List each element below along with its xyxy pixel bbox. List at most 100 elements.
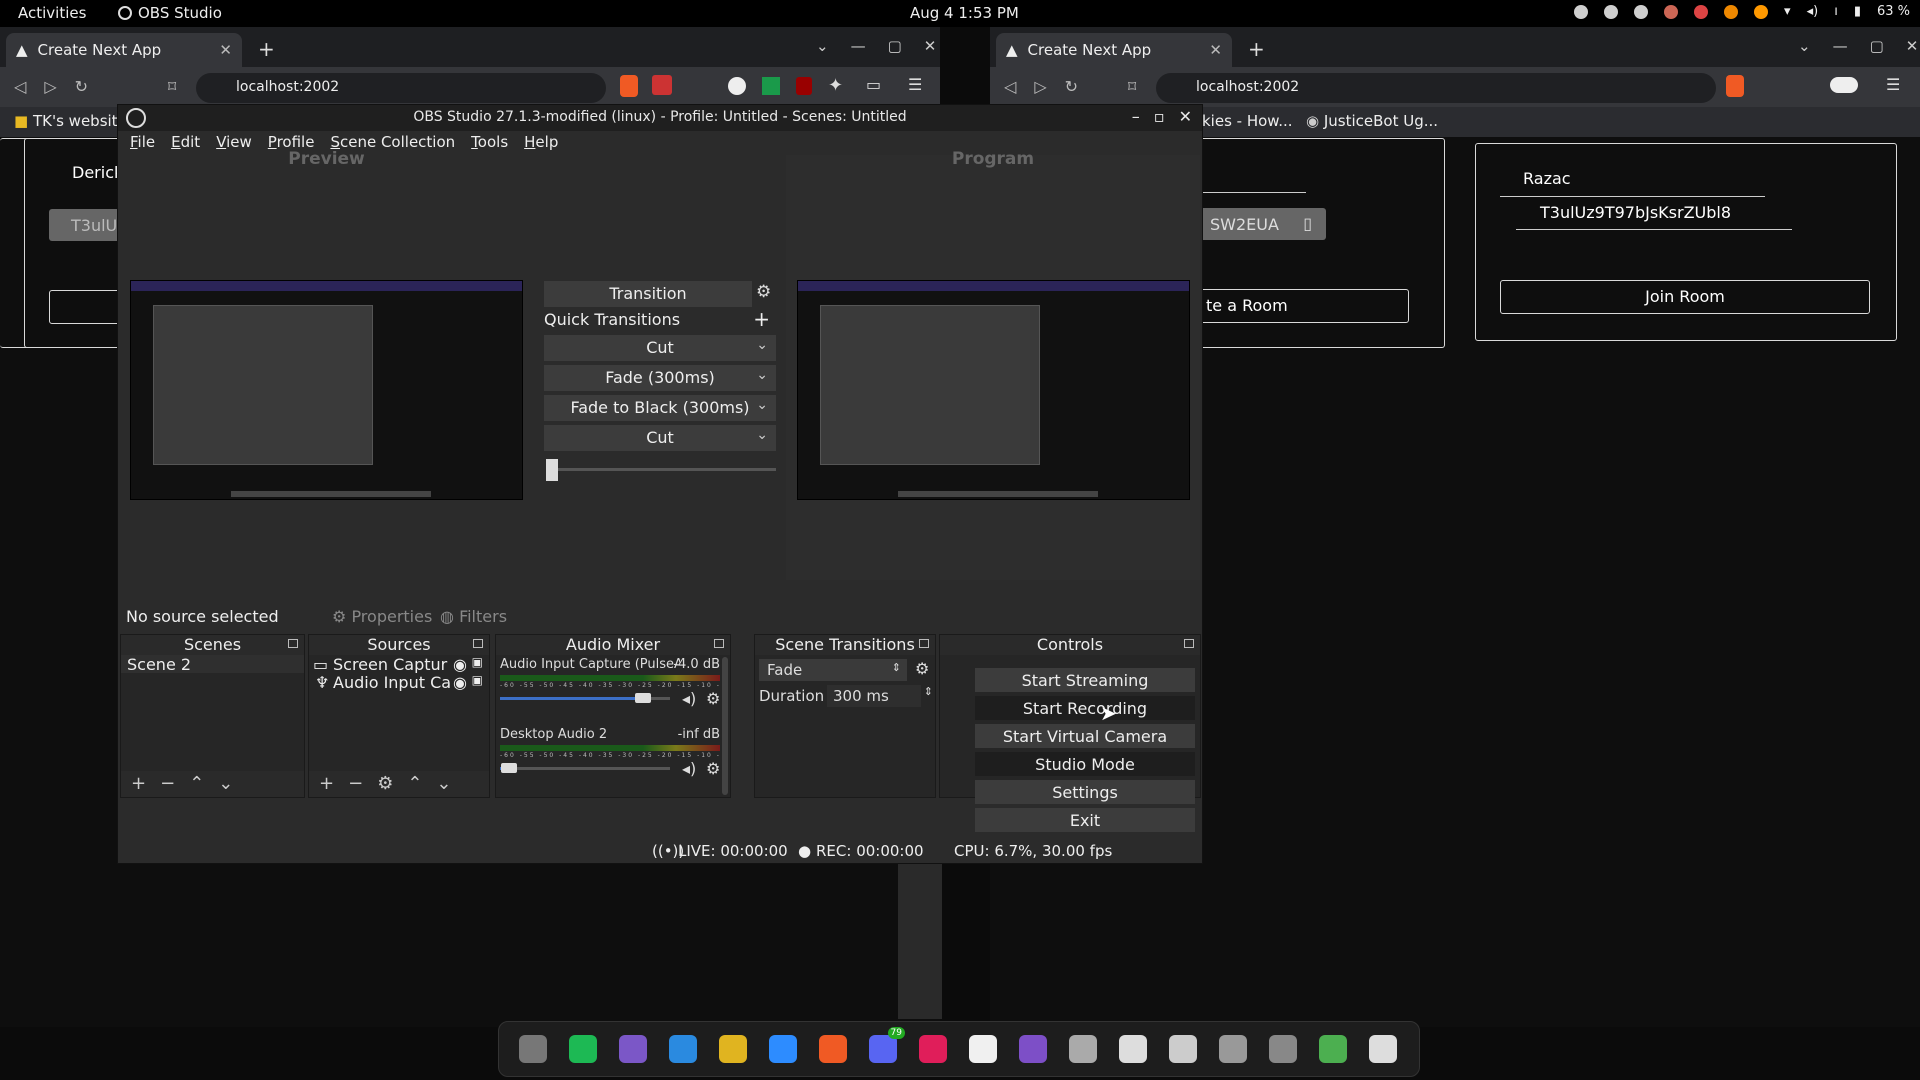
room-code-field[interactable]: SW2EUA ▯ xyxy=(1198,208,1326,240)
channel-gear-icon[interactable]: ⚙ xyxy=(706,759,720,778)
volume-slider-knob[interactable] xyxy=(634,693,651,703)
extension-green-icon[interactable] xyxy=(762,77,780,95)
gimp-icon[interactable] xyxy=(1169,1035,1197,1063)
move-up-icon[interactable]: ⌃ xyxy=(189,773,204,795)
program-display[interactable] xyxy=(797,280,1190,500)
bookmark-item[interactable]: kies - How... xyxy=(1202,112,1293,130)
back-icon[interactable]: ◁ xyxy=(1004,77,1016,96)
discord-icon[interactable]: 79 xyxy=(869,1027,905,1063)
reload-icon[interactable]: ↻ xyxy=(75,77,88,96)
new-tab-icon[interactable]: + xyxy=(258,37,275,61)
filters-button[interactable]: ◍ Filters xyxy=(440,607,507,626)
chrome-icon[interactable] xyxy=(719,1035,747,1063)
undock-icon[interactable] xyxy=(288,639,298,648)
undock-icon[interactable] xyxy=(919,639,929,648)
clock[interactable]: Aug 4 1:53 PM xyxy=(910,4,1019,22)
exit-button[interactable]: Exit xyxy=(975,808,1195,832)
quick-transition-button[interactable]: Cut ⌄ xyxy=(544,425,776,451)
lock-icon[interactable]: ▣ xyxy=(472,655,483,669)
new-tab-icon[interactable]: + xyxy=(1248,37,1265,61)
undock-icon[interactable] xyxy=(714,639,724,648)
bookmark-item[interactable]: ◉ JusticeBot Ug... xyxy=(1306,112,1438,130)
transition-tbar[interactable] xyxy=(546,459,776,481)
mixer-scrollbar[interactable] xyxy=(722,657,728,795)
maximize-icon[interactable]: ▢ xyxy=(1870,37,1884,55)
tor-icon[interactable] xyxy=(1019,1035,1047,1063)
close-tab-icon[interactable]: ✕ xyxy=(219,41,232,59)
back-icon[interactable]: ◁ xyxy=(14,77,26,96)
maximize-icon[interactable]: ▫ xyxy=(1154,107,1165,126)
battery-icon[interactable]: ▮ xyxy=(1854,4,1861,19)
source-item[interactable]: ▭ Screen Captur ◉ ▣ xyxy=(309,655,489,673)
settings-icon[interactable]: ⚙ xyxy=(377,773,393,795)
eye-icon[interactable]: ◉ xyxy=(453,673,467,691)
add-icon[interactable]: + xyxy=(319,773,334,795)
copy-icon[interactable]: ▯ xyxy=(1303,214,1312,233)
trash-icon[interactable] xyxy=(1319,1035,1347,1063)
address-bar[interactable]: localhost:2002 xyxy=(1156,73,1716,103)
room-code-input[interactable]: T3ulUz9T97bJsKsrZUbl8 xyxy=(1540,203,1731,222)
browser-tab[interactable]: ▲ Create Next App ✕ xyxy=(6,33,242,67)
tab-search-icon[interactable]: ⌄ xyxy=(1798,37,1811,55)
add-icon[interactable]: + xyxy=(131,773,146,795)
close-icon[interactable]: ✕ xyxy=(1179,107,1192,126)
minimize-icon[interactable]: — xyxy=(1833,37,1848,55)
tray-record-indicator-icon[interactable] xyxy=(1754,4,1769,19)
address-bar[interactable]: localhost:2002 xyxy=(196,73,606,103)
close-window-icon[interactable]: ✕ xyxy=(1906,37,1919,55)
glasses-extension-icon[interactable] xyxy=(1830,77,1858,93)
spotify-icon[interactable] xyxy=(569,1035,597,1063)
slack-icon[interactable] xyxy=(919,1035,947,1063)
volume-icon[interactable]: ◂) xyxy=(1807,4,1819,19)
move-down-icon[interactable]: ⌄ xyxy=(218,773,233,795)
transition-select[interactable]: Fade ⇕ xyxy=(759,659,907,681)
chevron-down-icon[interactable]: ⌄ xyxy=(756,337,768,353)
brave-rewards-icon[interactable] xyxy=(652,75,672,95)
forward-icon[interactable]: ▷ xyxy=(44,77,56,96)
brave-icon[interactable] xyxy=(819,1035,847,1063)
channel-gear-icon[interactable]: ⚙ xyxy=(706,689,720,708)
files-icon[interactable] xyxy=(519,1035,547,1063)
quick-transition-button[interactable]: Fade (300ms) ⌄ xyxy=(544,365,776,391)
settings-icon[interactable] xyxy=(1069,1035,1097,1063)
source-item[interactable]: ♆ Audio Input Ca ◉ ▣ xyxy=(309,673,489,691)
start-streaming-button[interactable]: Start Streaming xyxy=(975,668,1195,692)
tray-cast-icon[interactable] xyxy=(1724,4,1739,19)
lock-icon[interactable]: ▣ xyxy=(472,673,483,687)
menu-icon[interactable]: ☰ xyxy=(908,75,922,94)
move-up-icon[interactable]: ⌃ xyxy=(407,773,422,795)
spin-up-down-icon[interactable]: ⇕ xyxy=(924,685,933,698)
obs-icon[interactable] xyxy=(1119,1035,1147,1063)
join-room-button[interactable]: Join Room xyxy=(1500,280,1870,314)
undock-icon[interactable] xyxy=(1184,639,1194,648)
duration-spinbox[interactable]: 300 ms ⇕ xyxy=(827,685,933,707)
volume-slider[interactable] xyxy=(500,763,670,773)
system-tray[interactable]: ▾ ◂) ı ▮ 63 % xyxy=(1574,4,1910,19)
app-grid-icon[interactable] xyxy=(1369,1035,1397,1063)
activities-button[interactable]: Activities xyxy=(18,4,86,22)
mute-speaker-icon[interactable]: ◂) xyxy=(682,689,696,708)
scene-item[interactable]: Scene 2 xyxy=(121,655,304,673)
start-recording-button[interactable]: Start Recording xyxy=(975,696,1195,720)
tray-app-icon[interactable] xyxy=(1574,4,1589,19)
minimize-icon[interactable]: – xyxy=(1132,107,1140,126)
notes-icon[interactable] xyxy=(969,1035,997,1063)
browser-tab[interactable]: ▲ Create Next App ✕ xyxy=(996,33,1232,67)
transition-button[interactable]: Transition xyxy=(544,281,752,307)
minimize-icon[interactable]: — xyxy=(851,37,866,55)
eye-icon[interactable]: ◉ xyxy=(453,655,467,673)
app-menu[interactable]: OBS Studio xyxy=(118,4,222,22)
mute-speaker-icon[interactable]: ◂) xyxy=(682,759,696,778)
chevron-down-icon[interactable]: ⌄ xyxy=(756,367,768,383)
forward-icon[interactable]: ▷ xyxy=(1034,77,1046,96)
remove-icon[interactable]: − xyxy=(348,773,363,795)
menu-icon[interactable]: ☰ xyxy=(1886,75,1900,94)
create-room-button[interactable]: te a Room xyxy=(1195,289,1409,323)
vscode-icon[interactable] xyxy=(669,1035,697,1063)
studio-mode-button[interactable]: Studio Mode xyxy=(975,752,1195,776)
properties-button[interactable]: ⚙ Properties xyxy=(332,607,432,626)
bookmark-item[interactable]: ■ TK's website xyxy=(14,112,127,130)
zoom-icon[interactable] xyxy=(769,1035,797,1063)
extension-icon[interactable] xyxy=(728,77,746,95)
obs-title-bar[interactable]: OBS Studio 27.1.3-modified (linux) - Pro… xyxy=(118,105,1202,131)
